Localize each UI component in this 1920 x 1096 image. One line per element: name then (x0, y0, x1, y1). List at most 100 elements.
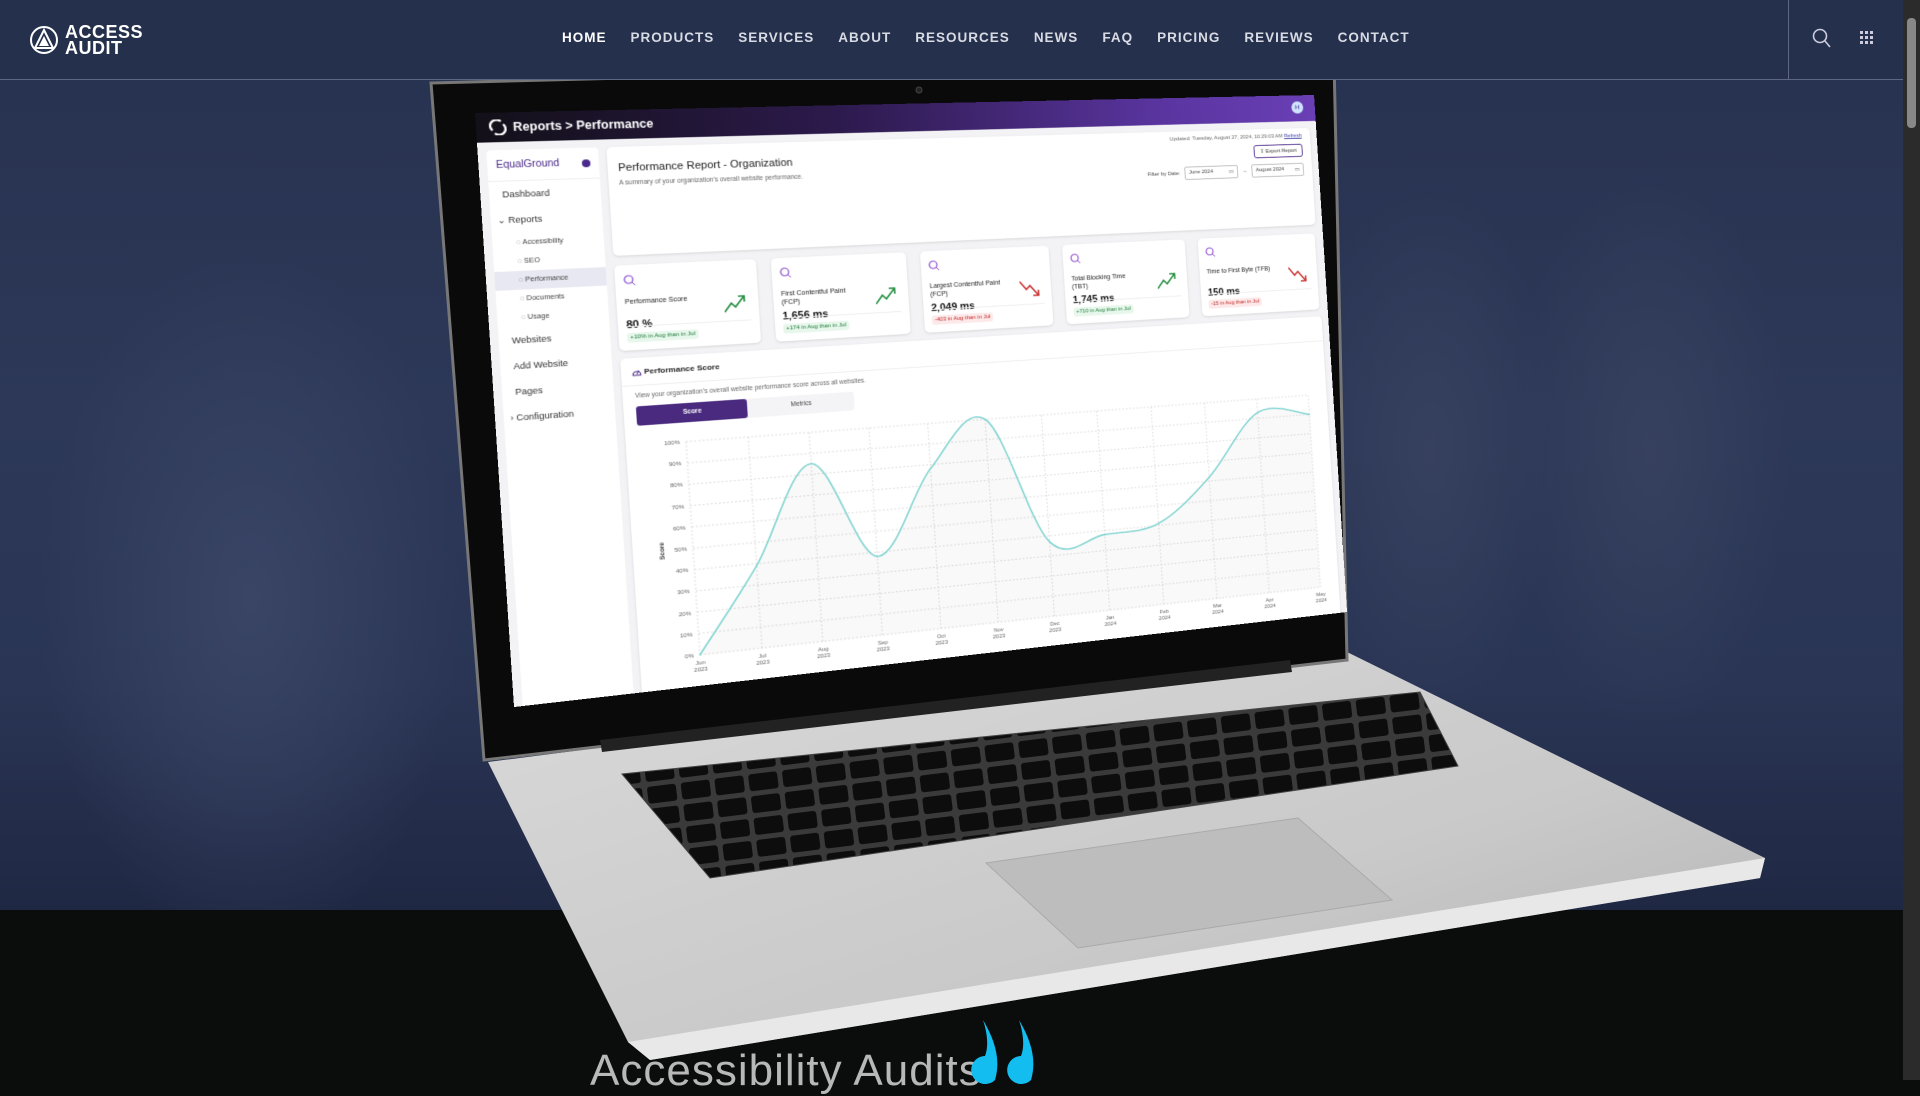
x-tick-label: 2023 (756, 659, 770, 667)
x-tick-label: 2024 (1212, 609, 1224, 616)
sidebar-item-label: Documents (526, 293, 565, 303)
avatar[interactable]: H (1291, 101, 1304, 114)
y-axis-label: Score (659, 542, 667, 560)
filter-label: Filter by Date: (1147, 170, 1181, 178)
y-tick-label: 50% (674, 546, 687, 553)
nav-home[interactable]: HOME (562, 30, 607, 45)
scrollbar[interactable] (1903, 0, 1920, 1080)
trend-down-icon (1288, 265, 1309, 285)
sidebar-item-label: Usage (527, 312, 550, 321)
metric-icon (1205, 247, 1216, 258)
stat-card: First Contentful Paint (FCP) 1,656 ms +1… (770, 252, 911, 342)
org-name: EqualGround (495, 158, 560, 171)
stat-label: Total Blocking Time (TBT) (1071, 273, 1126, 291)
arrow-right-icon: → (1242, 168, 1248, 175)
sidebar-item-label: Dashboard (501, 187, 551, 200)
y-tick-label: 10% (680, 632, 693, 640)
chart-card-title: Performance Score (643, 362, 720, 376)
sidebar-item-label: Accessibility (522, 237, 564, 247)
app-logo-icon (489, 119, 507, 135)
date-from-input[interactable]: June 2024 ▭ (1184, 164, 1239, 181)
nav-about[interactable]: ABOUT (838, 30, 891, 45)
trend-up-icon (724, 294, 750, 316)
x-tick-label: 2023 (694, 666, 708, 674)
sidebar-item-label: Reports (507, 213, 543, 225)
nav-products[interactable]: PRODUCTS (631, 30, 715, 45)
export-report-button[interactable]: ⇪ Export Report (1253, 143, 1303, 159)
metric-icon (928, 260, 940, 272)
chevron-down-icon: ⌄ (497, 215, 509, 226)
stat-card: Total Blocking Time (TBT) 1,745 ms +710 … (1061, 239, 1190, 325)
stat-label: Time to First Byte (TFB) (1206, 265, 1271, 276)
stat-change: +10% in Aug than in Jul (626, 329, 699, 343)
y-tick-label: 60% (673, 525, 686, 532)
report-header-card: Performance Report - Organization A summ… (606, 127, 1316, 256)
scrollbar-thumb[interactable] (1907, 18, 1916, 128)
metric-icon (1070, 253, 1082, 264)
x-tick-label: 2023 (993, 633, 1006, 640)
gauge-icon (631, 366, 642, 376)
logo[interactable]: ACCESS AUDIT (29, 23, 143, 58)
y-tick-label: 30% (677, 589, 690, 596)
stat-label: Largest Contentful Paint (FCP) (929, 279, 1001, 299)
sidebar-item-label: Performance (525, 274, 569, 284)
stat-label: First Contentful Paint (FCP) (780, 287, 846, 307)
x-tick-label: 2023 (817, 652, 831, 660)
y-tick-label: 40% (676, 568, 689, 575)
nav-services[interactable]: SERVICES (738, 30, 814, 45)
x-tick-label: 2023 (877, 646, 891, 653)
stat-card: Time to First Byte (TFB) 150 ms -15 in A… (1197, 233, 1320, 317)
y-tick-label: 0% (685, 653, 694, 660)
y-tick-label: 70% (672, 504, 685, 511)
laptop-screen: Reports > Performance H EqualGround Dash… (475, 95, 1348, 708)
search-icon[interactable] (1812, 28, 1832, 50)
x-tick-label: 2024 (1159, 615, 1171, 622)
calendar-icon: ▭ (1294, 167, 1300, 173)
stat-card: Performance Score 80 % +10% in Aug than … (614, 259, 762, 352)
nav-faq[interactable]: FAQ (1102, 30, 1133, 45)
calendar-icon: ▭ (1228, 169, 1234, 175)
page-title: Performance Report - Organization (617, 157, 794, 175)
tab-metrics[interactable]: Metrics (747, 392, 855, 418)
breadcrumb: Reports > Performance (512, 116, 654, 134)
nav-news[interactable]: NEWS (1034, 30, 1079, 45)
stat-change: -403 in Aug than in Jul (931, 312, 994, 326)
divider (1788, 0, 1789, 80)
y-tick-label: 100% (664, 440, 680, 447)
date-to-input[interactable]: August 2024 ▭ (1251, 162, 1305, 178)
grid-menu-icon[interactable] (1860, 31, 1874, 45)
y-tick-label: 90% (669, 461, 682, 468)
stat-card: Largest Contentful Paint (FCP) 2,049 ms … (919, 245, 1054, 333)
sidebar-item-label: Add Website (513, 358, 569, 372)
x-tick-label: 2023 (935, 639, 948, 646)
trend-down-icon (1019, 279, 1042, 300)
x-tick-label: 2024 (1104, 621, 1117, 628)
webcam (915, 86, 923, 94)
tab-score[interactable]: Score (635, 398, 748, 426)
nav-reviews[interactable]: REVIEWS (1244, 30, 1313, 45)
trend-up-icon (875, 286, 899, 308)
add-icon[interactable] (581, 158, 591, 167)
x-tick-label: 2023 (1049, 627, 1062, 634)
x-tick-label: 2024 (1316, 597, 1328, 604)
logo-icon (30, 26, 58, 54)
nav-contact[interactable]: CONTACT (1338, 30, 1410, 45)
nav-resources[interactable]: RESOURCES (915, 30, 1010, 45)
main-menu: HOME PRODUCTS SERVICES ABOUT RESOURCES NEWS FA… (562, 30, 1410, 45)
y-tick-label: 20% (679, 610, 692, 617)
stat-change: -15 in Aug than in Jul (1208, 297, 1262, 309)
metric-icon (623, 274, 636, 286)
refresh-link[interactable]: Refresh (1284, 133, 1302, 139)
y-tick-label: 80% (670, 482, 683, 489)
org-switcher[interactable]: EqualGround (486, 147, 600, 183)
series-area (686, 392, 1321, 655)
stat-change: +710 in Aug than in Jul (1073, 304, 1134, 317)
stat-change: +174 in Aug than in Jul (783, 320, 850, 334)
sidebar-item-label: SEO (523, 257, 541, 265)
sidebar-item-label: Pages (514, 385, 544, 397)
brand-line2: AUDIT (65, 38, 123, 58)
trend-up-icon (1157, 272, 1179, 293)
metric-icon (779, 267, 792, 279)
export-label: Export Report (1265, 148, 1297, 155)
nav-pricing[interactable]: PRICING (1157, 30, 1220, 45)
